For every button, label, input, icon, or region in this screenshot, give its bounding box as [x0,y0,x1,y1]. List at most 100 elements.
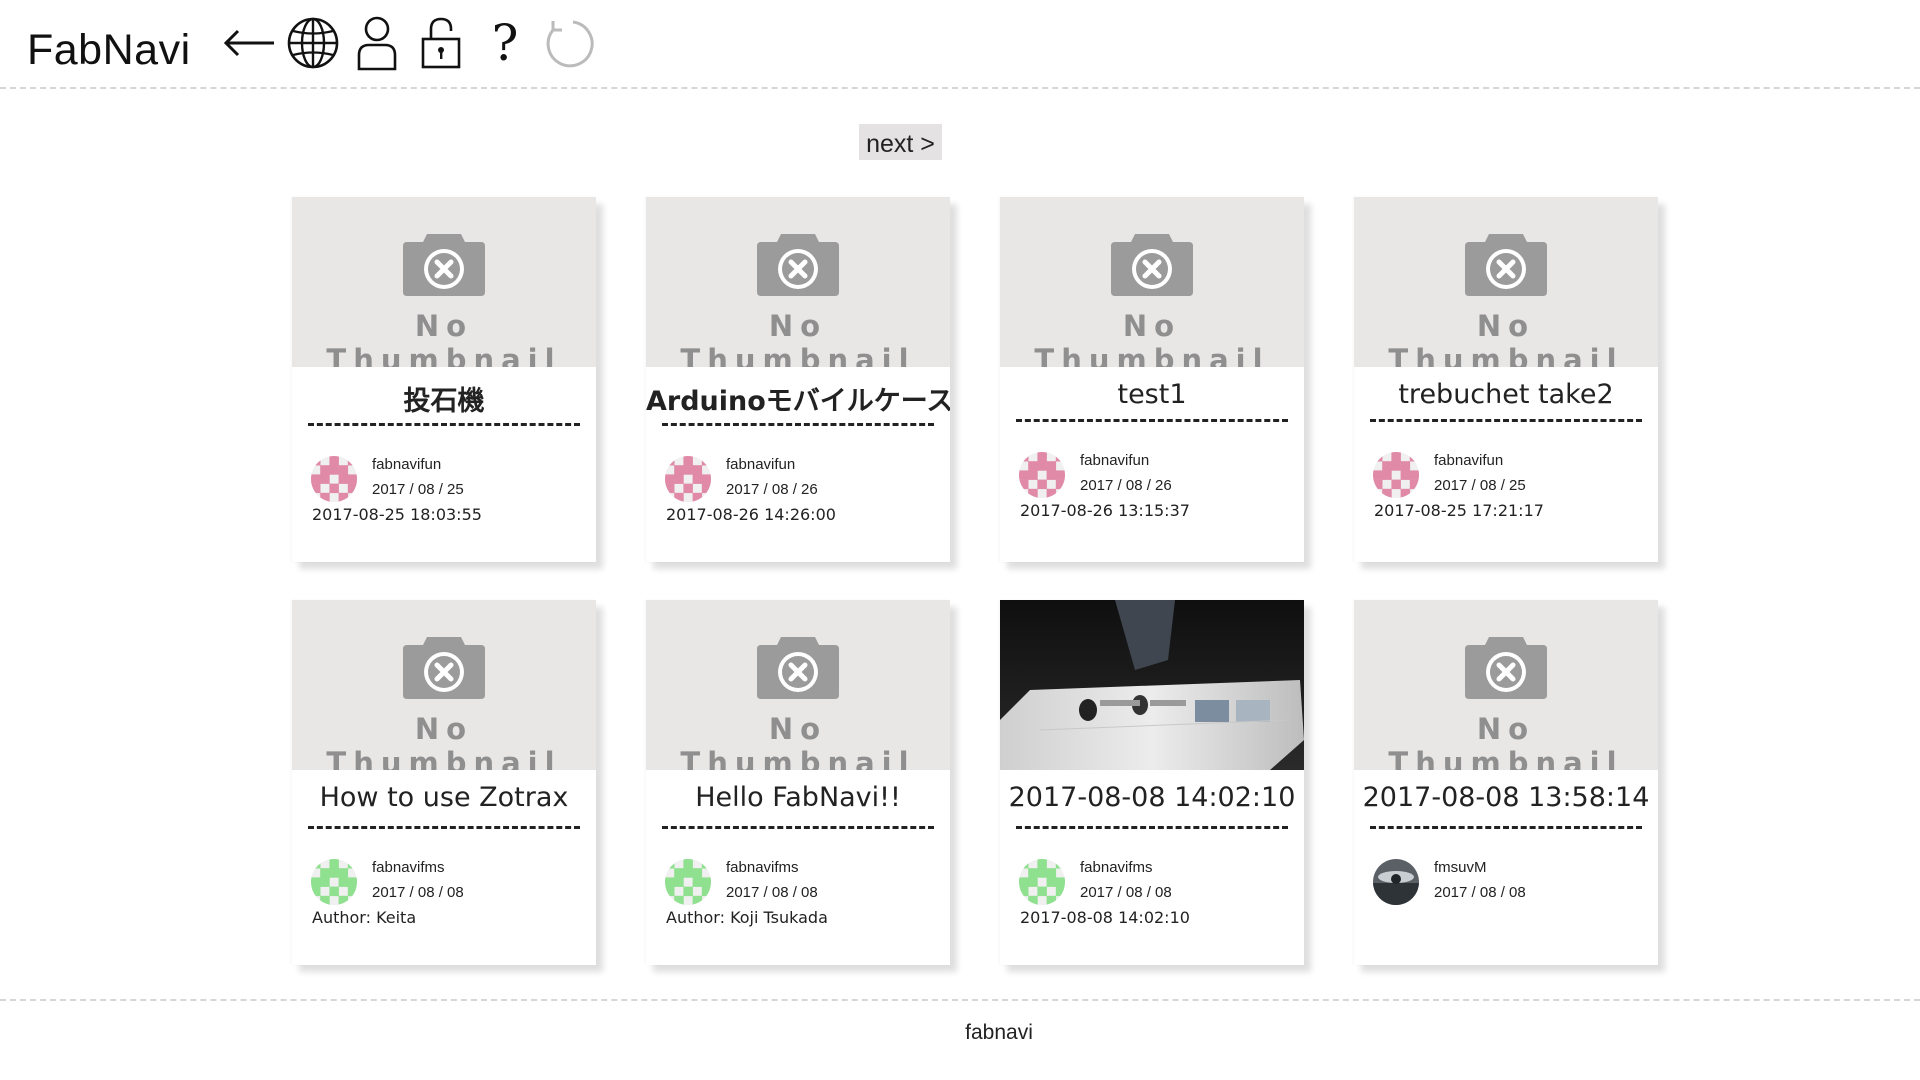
project-date: 2017 / 08 / 25 [1434,477,1526,494]
no-thumbnail-label: No Thumbnail [326,712,562,770]
project-thumbnail: No Thumbnail [646,197,950,367]
project-card[interactable]: 2017-08-08 14:02:10 fabnavifms 2017 / 08… [1000,600,1304,965]
title-divider [1016,419,1288,422]
project-thumbnail: No Thumbnail [1354,197,1658,367]
camera-off-icon [1465,637,1547,699]
project-user: fabnavifms [1080,859,1153,876]
project-note: 2017-08-26 14:26:00 [666,505,836,524]
project-date: 2017 / 08 / 26 [726,481,818,498]
project-date: 2017 / 08 / 08 [372,884,464,901]
project-card[interactable]: No Thumbnail How to use Zotrax fabnavifm… [292,600,596,965]
project-user: fabnavifun [1434,452,1504,469]
identicon-icon [1019,859,1065,905]
identicon-icon [311,456,357,502]
project-user: fabnavifun [726,456,796,473]
project-note: Author: Koji Tsukada [666,908,828,927]
identicon-icon [665,456,711,502]
title-divider [662,423,934,426]
camera-off-icon [757,637,839,699]
no-thumbnail-label: No Thumbnail [326,309,562,367]
project-date: 2017 / 08 / 08 [1080,884,1172,901]
avatar [1373,859,1419,905]
no-thumbnail-label: No Thumbnail [1034,309,1270,367]
project-thumbnail: No Thumbnail [1354,600,1658,770]
identicon-icon [1019,452,1065,498]
project-note: 2017-08-26 13:15:37 [1020,501,1190,520]
project-note: 2017-08-25 17:21:17 [1374,501,1544,520]
title-divider [662,826,934,829]
avatar [1019,452,1065,498]
identicon-icon [1373,452,1419,498]
title-divider [1370,419,1642,422]
identicon-icon [311,859,357,905]
identicon-icon [665,859,711,905]
no-thumbnail-label: No Thumbnail [680,712,916,770]
project-user: fmsuvM [1434,859,1487,876]
user-icon[interactable] [350,13,404,73]
project-thumbnail: No Thumbnail [292,600,596,770]
project-date: 2017 / 08 / 25 [372,481,464,498]
title-divider [1016,826,1288,829]
project-card[interactable]: No Thumbnail 投石機 fabnavifun 2017 / 08 / … [292,197,596,562]
footer-text: fabnavi [965,1021,1033,1044]
project-card[interactable]: No Thumbnail 2017-08-08 13:58:14 fmsuvM … [1354,600,1658,965]
title-divider [308,423,580,426]
camera-off-icon [403,637,485,699]
project-thumbnail: No Thumbnail [1000,197,1304,367]
project-card[interactable]: No Thumbnail trebuchet take2 fabnavifun … [1354,197,1658,562]
toolbar: ? [222,12,596,74]
project-user: fabnavifms [726,859,799,876]
project-card[interactable]: No Thumbnail test1 fabnavifun 2017 / 08 … [1000,197,1304,562]
project-note: Author: Keita [312,908,417,927]
no-thumbnail-label: No Thumbnail [680,309,916,367]
project-title: 投石機 [403,386,485,417]
project-thumbnail [1000,600,1304,770]
app-logo[interactable]: FabNavi [27,26,191,75]
project-user: fabnavifun [372,456,442,473]
project-note: 2017-08-08 14:02:10 [1020,908,1190,927]
project-date: 2017 / 08 / 08 [726,884,818,901]
project-title: Arduinoモバイルケース [646,386,950,417]
project-thumbnail: No Thumbnail [292,197,596,367]
header-bar: FabNavi ? [0,0,1920,89]
avatar [665,859,711,905]
camera-off-icon [1111,234,1193,296]
avatar [1019,859,1065,905]
no-thumbnail-label: No Thumbnail [1388,309,1624,367]
project-user: fabnavifun [1080,452,1150,469]
project-title: 2017-08-08 14:02:10 [1008,782,1296,813]
project-user: fabnavifms [372,859,445,876]
globe-icon[interactable] [286,13,340,73]
user-photo-icon [1373,859,1419,905]
title-divider [1370,826,1642,829]
camera-off-icon [403,234,485,296]
project-thumbnail: No Thumbnail [646,600,950,770]
camera-off-icon [1465,234,1547,296]
unlock-icon[interactable] [414,13,468,73]
title-divider [308,826,580,829]
project-date: 2017 / 08 / 26 [1080,477,1172,494]
project-title: Hello FabNavi!! [695,782,901,813]
project-title: 2017-08-08 13:58:14 [1362,782,1650,813]
next-page-button[interactable]: next > [859,124,942,160]
project-grid: No Thumbnail 投石機 fabnavifun 2017 / 08 / … [292,197,1658,965]
project-card[interactable]: No Thumbnail Arduinoモバイルケース fabnavifun 2… [646,197,950,562]
avatar [311,456,357,502]
reload-icon[interactable] [542,13,596,73]
project-date: 2017 / 08 / 08 [1434,884,1526,901]
no-thumbnail-label: No Thumbnail [1388,712,1624,770]
footer-divider [0,999,1920,1001]
help-glyph: ? [491,14,519,72]
project-title: How to use Zotrax [319,782,569,813]
project-title: test1 [1117,379,1187,410]
project-card[interactable]: No Thumbnail Hello FabNavi!! fabnavifms … [646,600,950,965]
avatar [665,456,711,502]
camera-off-icon [757,234,839,296]
project-title: trebuchet take2 [1398,379,1614,410]
help-icon[interactable]: ? [478,13,532,73]
avatar [311,859,357,905]
avatar [1373,452,1419,498]
back-arrow-icon[interactable] [222,13,276,73]
project-note: 2017-08-25 18:03:55 [312,505,482,524]
project-photo [1000,600,1304,770]
